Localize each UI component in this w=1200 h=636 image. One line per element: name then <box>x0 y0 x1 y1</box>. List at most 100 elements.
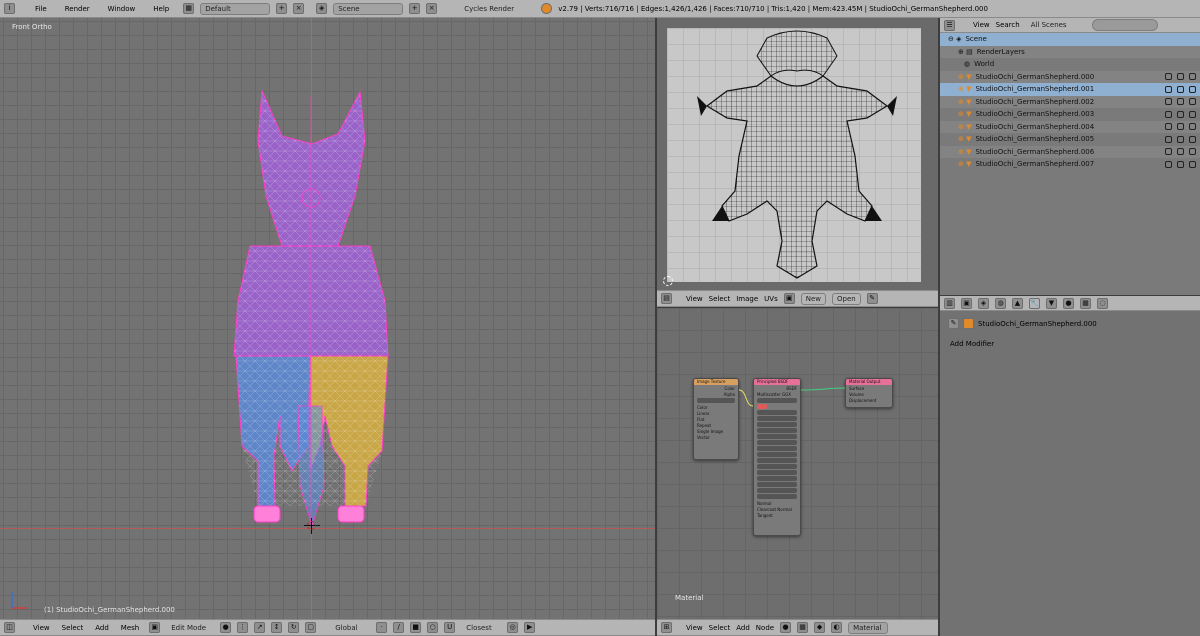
pin-icon[interactable]: ✎ <box>866 293 878 304</box>
outliner-type-icon[interactable]: ☰ <box>944 19 955 31</box>
object-shader-icon[interactable]: ◆ <box>814 622 826 633</box>
renderable-icon[interactable] <box>1189 110 1196 118</box>
visibility-icon[interactable] <box>1165 135 1172 143</box>
uv-menu-uvs[interactable]: UVs <box>764 295 778 303</box>
outliner-item-object-004[interactable]: ⊕ ▼ StudioOchi_GermanShepherd.004 <box>940 120 1200 133</box>
face-select-icon[interactable]: ■ <box>410 622 422 633</box>
scene-field[interactable]: Scene <box>333 2 404 15</box>
outliner-filter-select[interactable]: All Scenes <box>1025 19 1086 31</box>
renderable-icon[interactable] <box>1189 85 1196 93</box>
texture-nodes-icon[interactable]: ▦ <box>797 622 809 633</box>
physics-tab-icon[interactable]: ◌ <box>1097 297 1108 309</box>
visibility-icon[interactable] <box>1165 85 1172 93</box>
render-tab-icon[interactable]: ▣ <box>961 297 972 309</box>
node-editor-type-icon[interactable]: ⊞ <box>661 622 672 633</box>
properties-type-icon[interactable]: ▥ <box>944 297 955 309</box>
viewport-menu-mesh[interactable]: Mesh <box>121 624 139 632</box>
node-menu-node[interactable]: Node <box>756 624 774 632</box>
visibility-icon[interactable] <box>1165 98 1172 106</box>
area-divider-right[interactable] <box>938 18 940 636</box>
outliner-search-field[interactable] <box>1091 19 1158 31</box>
3d-cursor-icon[interactable] <box>304 518 320 534</box>
menu-file[interactable]: File <box>35 5 47 13</box>
magnet-icon[interactable]: U <box>444 622 456 633</box>
scene-icon[interactable]: ◈ <box>316 3 328 14</box>
outliner-item-object-000[interactable]: ⊕ ▼ StudioOchi_GermanShepherd.000 <box>940 70 1200 83</box>
dog-mesh-wireframe[interactable] <box>220 86 400 536</box>
menu-help[interactable]: Help <box>153 5 169 13</box>
viewport-menu-view[interactable]: View <box>33 624 50 632</box>
rotate-icon[interactable]: ↻ <box>288 622 300 633</box>
screen-layout-icon[interactable]: ▦ <box>183 3 195 14</box>
remove-scene-icon[interactable]: × <box>426 3 438 14</box>
node-editor[interactable]: Image Texture Color Alpha Color Linear F… <box>657 308 939 619</box>
world-tab-icon[interactable]: ◍ <box>995 297 1006 309</box>
menu-render[interactable]: Render <box>65 5 90 13</box>
outliner-item-object-002[interactable]: ⊕ ▼ StudioOchi_GermanShepherd.002 <box>940 95 1200 108</box>
outliner-item-object-003[interactable]: ⊕ ▼ StudioOchi_GermanShepherd.003 <box>940 108 1200 121</box>
uv-cursor-icon[interactable] <box>663 276 673 286</box>
render-engine-select[interactable]: Cycles Render <box>459 2 532 15</box>
modifier-tab-icon[interactable]: 🔧 <box>1029 297 1040 309</box>
outliner-item-scene[interactable]: ⊖ ◈ Scene <box>940 33 1200 46</box>
shading-icon[interactable]: ● <box>220 622 232 633</box>
scale-icon[interactable]: ▢ <box>305 622 317 633</box>
node-menu-add[interactable]: Add <box>736 624 750 632</box>
uv-menu-view[interactable]: View <box>686 295 703 303</box>
viewport-menu-add[interactable]: Add <box>95 624 109 632</box>
outliner-item-object-007[interactable]: ⊕ ▼ StudioOchi_GermanShepherd.007 <box>940 158 1200 171</box>
edge-select-icon[interactable]: / <box>393 622 405 633</box>
renderable-icon[interactable] <box>1189 123 1196 131</box>
mode-select[interactable]: Edit Mode <box>166 621 215 634</box>
selectable-icon[interactable] <box>1177 85 1184 93</box>
3d-viewport[interactable]: Front Ortho (1) StudioOchi_GermanShepher… <box>0 18 655 619</box>
node-menu-select[interactable]: Select <box>709 624 731 632</box>
info-editor-icon[interactable]: i <box>4 3 15 14</box>
uv-layout-mesh[interactable] <box>687 26 907 286</box>
outliner-item-world[interactable]: ◍ World <box>940 58 1200 71</box>
vertex-select-icon[interactable]: · <box>376 622 388 633</box>
opengl-render-icon[interactable]: ▶ <box>524 622 536 633</box>
data-tab-icon[interactable]: ▼ <box>1046 297 1057 309</box>
visibility-icon[interactable] <box>1165 110 1172 118</box>
renderable-icon[interactable] <box>1189 98 1196 106</box>
outliner-item-object-006[interactable]: ⊕ ▼ StudioOchi_GermanShepherd.006 <box>940 145 1200 158</box>
visibility-icon[interactable] <box>1165 148 1172 156</box>
outliner-item-object-001[interactable]: ⊕ ▼ StudioOchi_GermanShepherd.001 <box>940 83 1200 96</box>
renderable-icon[interactable] <box>1189 135 1196 143</box>
material-name-field[interactable]: Material <box>848 621 889 634</box>
menu-window[interactable]: Window <box>108 5 136 13</box>
pivot-icon[interactable]: ⋮ <box>237 622 249 633</box>
outliner-item-renderlayers[interactable]: ⊕ ▤ RenderLayers <box>940 45 1200 58</box>
orientation-select[interactable]: Global <box>330 621 371 634</box>
shader-nodes-icon[interactable]: ● <box>780 622 792 633</box>
add-screen-icon[interactable]: + <box>276 3 288 14</box>
material-browse-icon[interactable]: ◐ <box>831 622 843 633</box>
manipulator-icon[interactable]: ↗ <box>254 622 266 633</box>
selectable-icon[interactable] <box>1177 73 1184 81</box>
selectable-icon[interactable] <box>1177 148 1184 156</box>
viewport-menu-select[interactable]: Select <box>62 624 84 632</box>
new-image-button[interactable]: New <box>800 292 827 305</box>
renderable-icon[interactable] <box>1189 73 1196 81</box>
object-tab-icon[interactable]: ▲ <box>1012 297 1023 309</box>
outliner-menu-search[interactable]: Search <box>996 21 1020 29</box>
snap-target-select[interactable]: Closest <box>461 621 502 634</box>
texture-tab-icon[interactable]: ▦ <box>1080 297 1091 309</box>
outliner-item-object-005[interactable]: ⊕ ▼ StudioOchi_GermanShepherd.005 <box>940 133 1200 146</box>
uv-menu-image[interactable]: Image <box>736 295 758 303</box>
selectable-icon[interactable] <box>1177 123 1184 131</box>
pin-context-icon[interactable]: ✎ <box>948 318 959 329</box>
selectable-icon[interactable] <box>1177 98 1184 106</box>
visibility-icon[interactable] <box>1165 160 1172 168</box>
area-divider-left[interactable] <box>655 18 657 636</box>
renderable-icon[interactable] <box>1189 148 1196 156</box>
visibility-icon[interactable] <box>1165 123 1172 131</box>
selectable-icon[interactable] <box>1177 160 1184 168</box>
uv-image-editor[interactable] <box>657 18 939 290</box>
material-tab-icon[interactable]: ● <box>1063 297 1074 309</box>
uv-menu-select[interactable]: Select <box>709 295 731 303</box>
add-modifier-dropdown[interactable]: Add Modifier <box>946 338 1196 350</box>
image-editor-type-icon[interactable]: ▤ <box>661 293 672 304</box>
image-browse-icon[interactable]: ▣ <box>783 293 795 304</box>
